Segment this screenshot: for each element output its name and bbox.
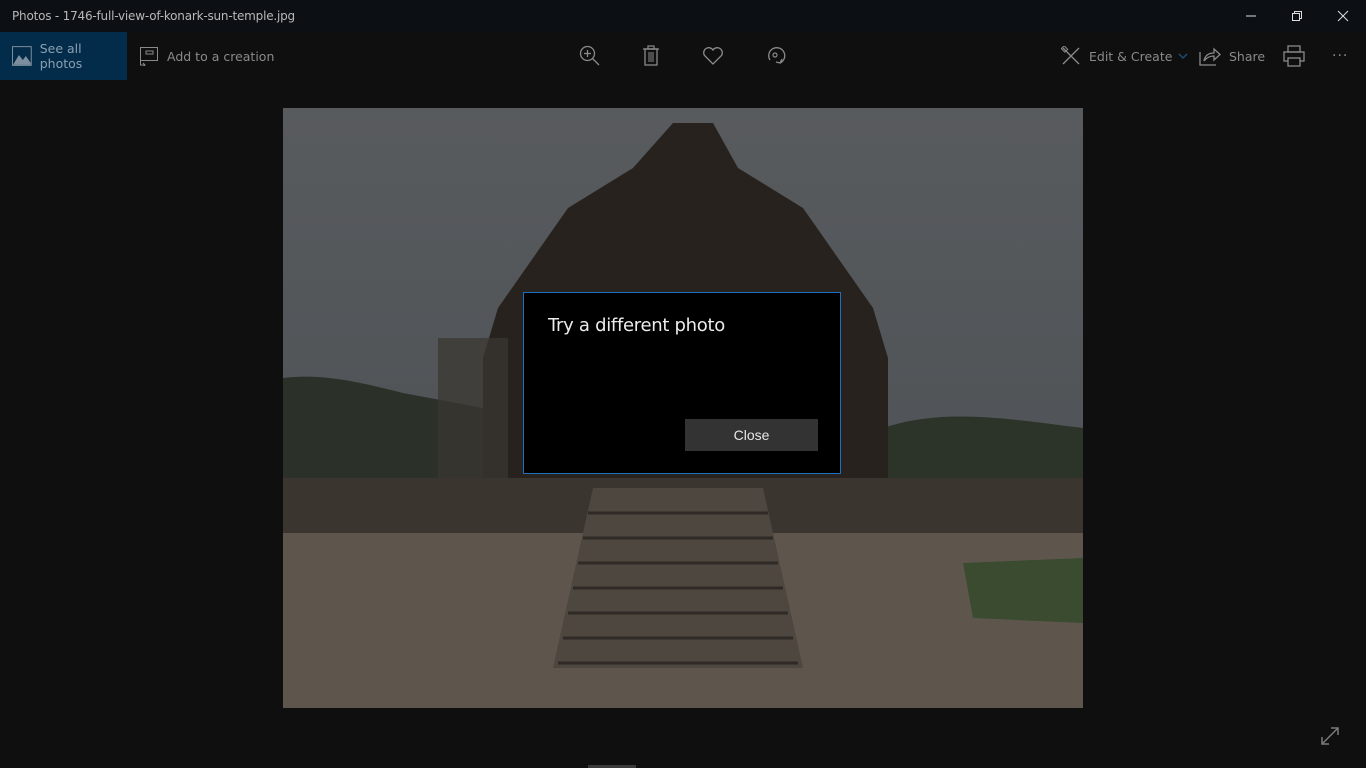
rotate-button[interactable] <box>756 32 796 80</box>
see-all-photos-button[interactable]: See all photos <box>0 32 127 80</box>
restore-icon <box>1292 11 1302 21</box>
toolbar: See all photos Add to a creation Edit & … <box>0 32 1366 80</box>
close-window-button[interactable] <box>1320 0 1366 32</box>
zoom-in-icon <box>579 45 600 66</box>
dialog-close-button[interactable]: Close <box>685 419 818 451</box>
share-button[interactable]: Share <box>1199 32 1265 80</box>
creation-icon <box>140 47 158 66</box>
printer-icon <box>1283 45 1305 67</box>
photos-icon <box>12 46 32 66</box>
trash-icon <box>643 45 659 66</box>
share-icon <box>1199 47 1221 66</box>
title-bar: Photos - 1746-full-view-of-konark-sun-te… <box>0 0 1366 32</box>
dialog-title: Try a different photo <box>548 315 725 336</box>
chevron-down-icon <box>1178 53 1188 59</box>
error-dialog: Try a different photo Close <box>523 292 841 474</box>
edit-create-label: Edit & Create <box>1089 48 1173 64</box>
rotate-icon <box>768 47 786 64</box>
minimize-button[interactable] <box>1228 0 1274 32</box>
close-icon <box>1337 10 1349 22</box>
restore-button[interactable] <box>1274 0 1320 32</box>
favorite-button[interactable] <box>693 32 733 80</box>
fullscreen-button[interactable] <box>1316 722 1344 750</box>
print-button[interactable] <box>1274 32 1314 80</box>
add-to-creation-label: Add to a creation <box>167 48 275 64</box>
edit-create-button[interactable]: Edit & Create <box>1061 32 1188 80</box>
window-title: Photos - 1746-full-view-of-konark-sun-te… <box>12 9 295 23</box>
heart-icon <box>703 47 723 65</box>
see-all-photos-label: See all photos <box>39 41 83 71</box>
more-options-button[interactable]: ··· <box>1332 32 1348 80</box>
share-label: Share <box>1229 48 1266 64</box>
zoom-button[interactable] <box>570 32 610 80</box>
edit-create-icon <box>1061 46 1080 65</box>
add-to-creation-button[interactable]: Add to a creation <box>139 32 274 80</box>
expand-icon <box>1321 727 1339 745</box>
delete-button[interactable] <box>631 32 671 80</box>
minimize-icon <box>1246 15 1256 17</box>
